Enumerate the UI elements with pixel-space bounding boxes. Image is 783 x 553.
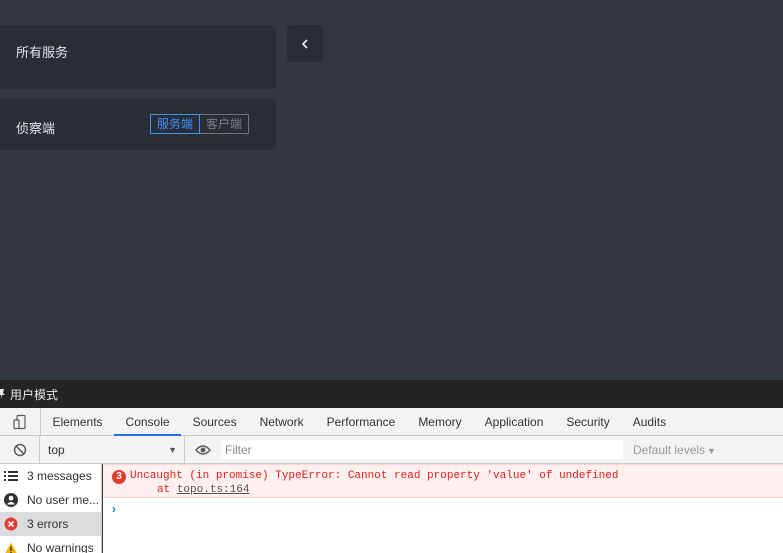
tab-sources[interactable]: Sources [181, 408, 248, 435]
tab-application[interactable]: Application [473, 408, 555, 435]
tab-performance[interactable]: Performance [315, 408, 407, 435]
device-toolbar-button[interactable] [0, 408, 41, 435]
console-sidebar: 3 messages No user me... 3 errors No war… [0, 464, 102, 553]
context-select[interactable]: top ▼ [40, 435, 185, 464]
tab-audits[interactable]: Audits [621, 408, 677, 435]
sidebar-item-label: 3 errors [27, 517, 69, 531]
console-toolbar: top ▼ Default levels▼ [0, 435, 783, 464]
all-services-title: 所有服务 [16, 45, 69, 60]
error-stack-line: at topo.ts:164 [157, 484, 249, 496]
sidebar-item-label: No user me... [27, 493, 100, 507]
detect-card: 侦察端 服务端 客户端 [0, 99, 276, 150]
server-client-toggle: 服务端 客户端 [150, 114, 250, 134]
dropdown-arrow-icon: ▼ [168, 444, 177, 455]
filter-input[interactable] [221, 440, 623, 459]
client-option-button[interactable]: 客户端 [200, 114, 250, 134]
error-icon [3, 516, 19, 532]
eye-icon [195, 444, 211, 455]
dropdown-arrow-icon: ▼ [707, 445, 716, 456]
server-option-button[interactable]: 服务端 [150, 114, 201, 134]
device-toggle-icon [13, 414, 26, 429]
tab-network[interactable]: Network [248, 408, 315, 435]
context-value: top [48, 442, 65, 457]
sidebar-item-user-messages[interactable]: No user me... [0, 488, 101, 512]
live-expression-button[interactable] [185, 436, 221, 464]
source-link[interactable]: topo.ts:164 [177, 484, 250, 496]
tab-console[interactable]: Console [114, 408, 182, 436]
pin-icon [0, 389, 5, 399]
tab-security[interactable]: Security [555, 408, 621, 435]
console-prompt[interactable]: › [112, 502, 116, 516]
tab-elements[interactable]: Elements [41, 408, 114, 435]
error-message-row[interactable]: 3 Uncaught (in promise) TypeError: Canno… [103, 464, 783, 498]
user-icon [3, 492, 19, 508]
sidebar-item-warnings[interactable]: No warnings [0, 536, 101, 553]
all-services-card[interactable]: 所有服务 [0, 25, 276, 89]
user-mode-bar: 用户模式 [0, 380, 783, 408]
clear-console-button[interactable] [0, 435, 40, 464]
detect-title: 侦察端 [16, 121, 56, 136]
console-output: 3 Uncaught (in promise) TypeError: Canno… [103, 464, 783, 553]
warning-icon [3, 540, 19, 553]
sidebar-item-messages[interactable]: 3 messages [0, 464, 101, 488]
tab-memory[interactable]: Memory [407, 408, 473, 435]
list-icon [3, 468, 19, 484]
sidebar-item-errors[interactable]: 3 errors [0, 512, 101, 536]
devtools-tab-bar: Elements Console Sources Network Perform… [0, 408, 783, 436]
app-area: 所有服务 侦察端 服务端 客户端 [0, 0, 783, 380]
stack-prefix: at [157, 484, 177, 496]
chevron-left-icon [301, 38, 308, 49]
collapse-panel-button[interactable] [287, 25, 323, 62]
sidebar-item-label: 3 messages [27, 469, 92, 483]
sidebar-item-label: No warnings [27, 541, 94, 553]
block-icon [13, 443, 26, 456]
user-mode-label: 用户模式 [10, 387, 59, 402]
log-levels-select[interactable]: Default levels ▼ [633, 443, 716, 457]
error-count-badge: 3 [112, 470, 126, 484]
log-levels-label: Default levels [633, 442, 706, 457]
error-message-text: Uncaught (in promise) TypeError: Cannot … [130, 470, 619, 482]
